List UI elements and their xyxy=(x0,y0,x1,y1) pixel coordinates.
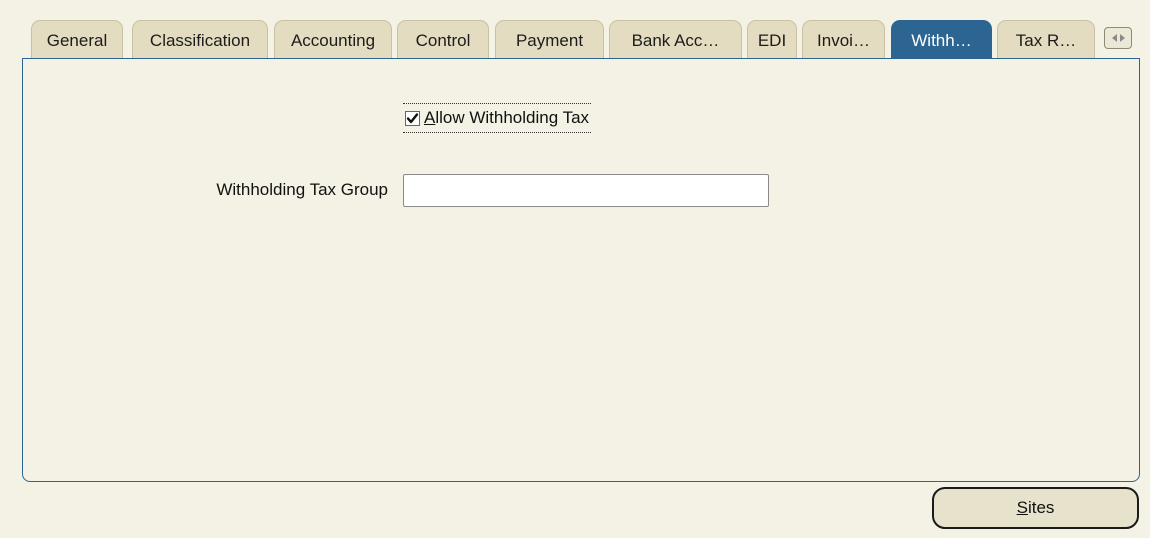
tab-general[interactable]: General xyxy=(31,20,123,58)
checkmark-icon xyxy=(405,110,420,126)
tab-scroll-button[interactable] xyxy=(1104,27,1132,49)
allow-withholding-tax-mnemonic: A xyxy=(424,108,436,127)
sites-mnemonic: S xyxy=(1016,498,1028,517)
tab-accounting[interactable]: Accounting xyxy=(274,20,392,58)
tab-tax-reporting-label: Tax R… xyxy=(1015,31,1077,50)
tab-control[interactable]: Control xyxy=(397,20,489,58)
tab-classification[interactable]: Classification xyxy=(132,20,268,58)
tab-accounting-label: Accounting xyxy=(290,31,376,50)
allow-withholding-tax-label-text: llow Withholding Tax xyxy=(435,108,590,127)
sites-label-text: ites xyxy=(1027,498,1055,517)
allow-withholding-tax-label: Allow Withholding Tax xyxy=(424,108,589,128)
tab-edi-label: EDI xyxy=(757,31,787,50)
withholding-tax-group-label: Withholding Tax Group xyxy=(216,180,388,199)
sites-button[interactable]: Sites xyxy=(932,487,1139,529)
allow-withholding-tax-checkbox[interactable]: Allow Withholding Tax xyxy=(403,103,592,133)
withholding-tax-group-input[interactable] xyxy=(403,174,769,207)
tab-tax-reporting[interactable]: Tax R… xyxy=(997,20,1095,58)
tab-payment[interactable]: Payment xyxy=(495,20,604,58)
tab-general-label: General xyxy=(46,31,108,50)
tab-bank-accounts-label: Bank Acc… xyxy=(631,31,720,50)
tab-classification-label: Classification xyxy=(149,31,251,50)
tab-invoice[interactable]: Invoi… xyxy=(802,20,885,58)
tab-payment-label: Payment xyxy=(515,31,584,50)
tab-withholding-label: Withh… xyxy=(911,31,972,50)
tab-bank-accounts[interactable]: Bank Acc… xyxy=(609,20,742,58)
tab-edi[interactable]: EDI xyxy=(747,20,797,58)
tab-control-label: Control xyxy=(415,31,471,50)
tab-withholding[interactable]: Withh… xyxy=(891,20,992,60)
checkbox-box[interactable] xyxy=(405,110,420,126)
tab-invoice-label: Invoi… xyxy=(817,31,870,50)
